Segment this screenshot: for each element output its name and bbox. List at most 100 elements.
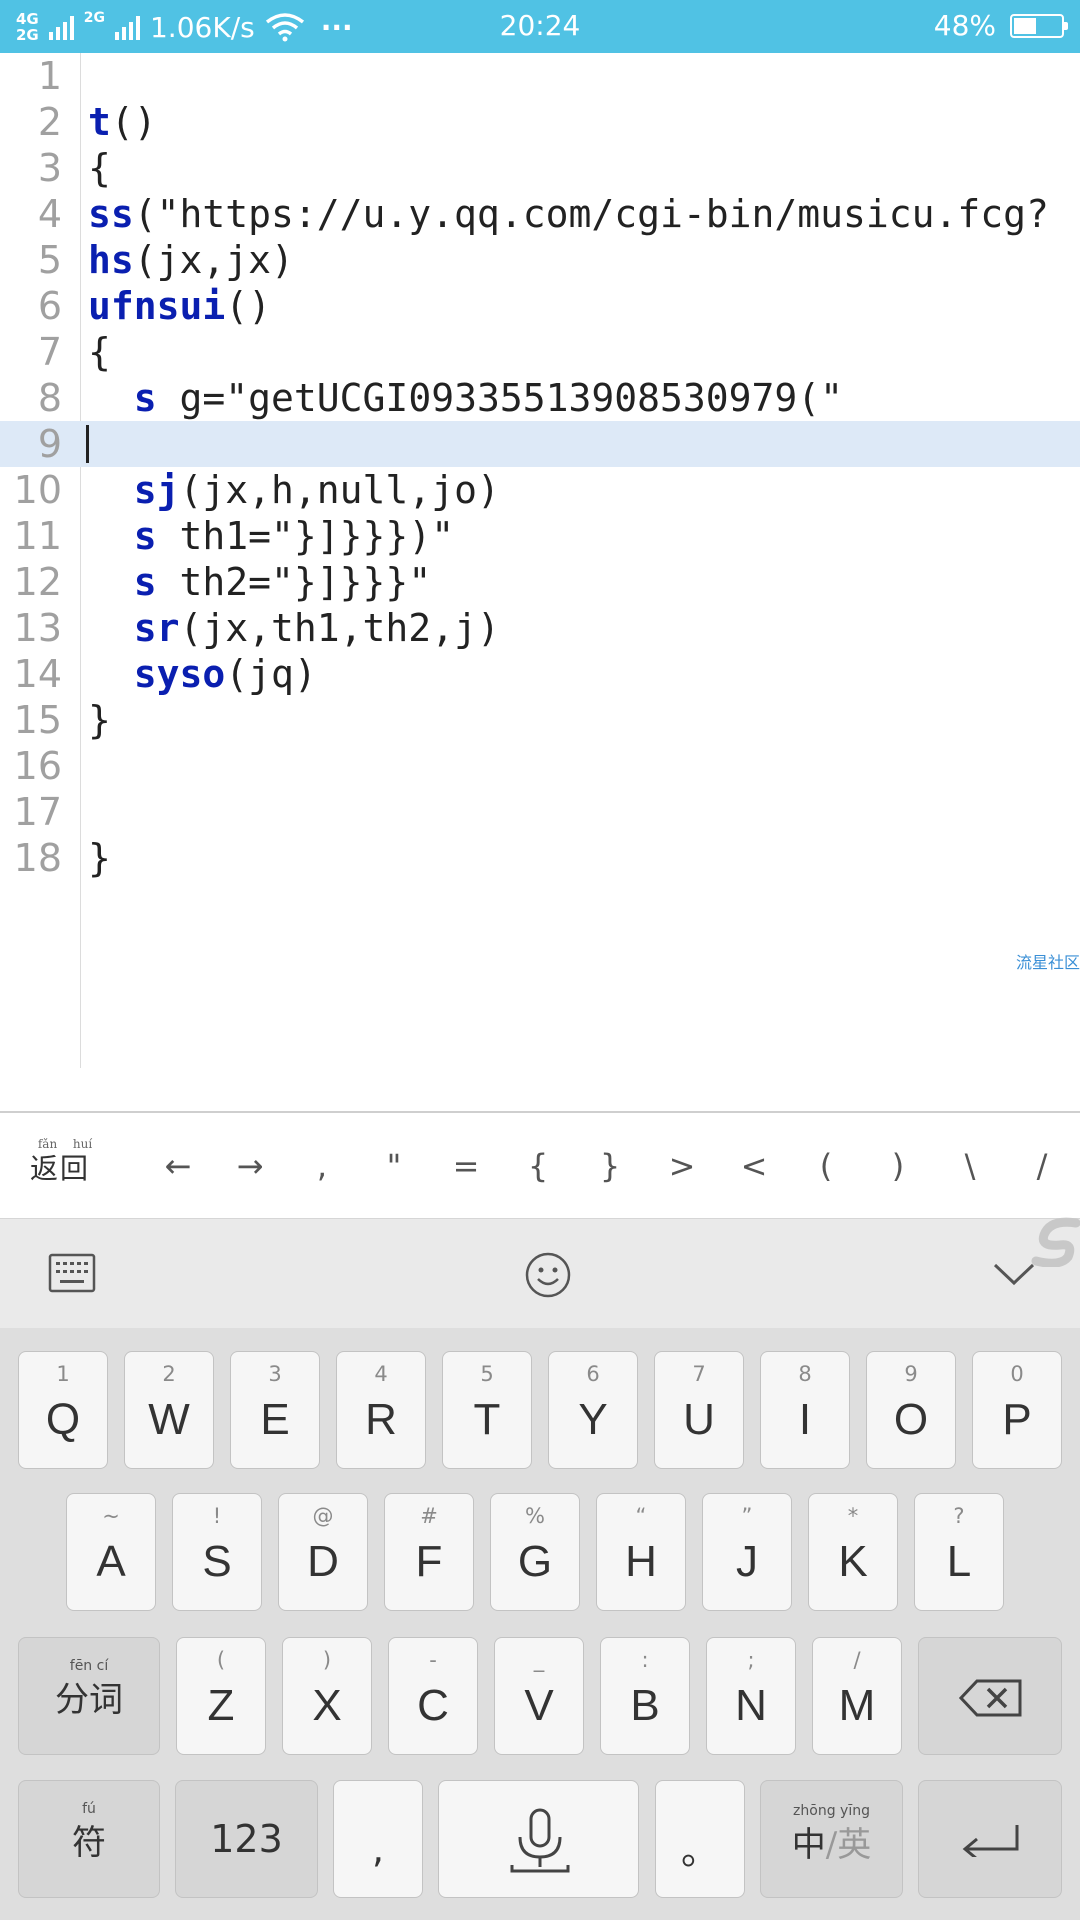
symbol-key[interactable]: } — [580, 1113, 640, 1220]
key-o[interactable]: 9O — [866, 1351, 956, 1469]
code-rest: (jq) — [225, 652, 317, 696]
key-secondary-label: 2 — [162, 1362, 176, 1386]
comma-key-label: , — [371, 1827, 385, 1871]
key-secondary-label: / — [853, 1648, 861, 1672]
code-line[interactable]: 17 — [0, 789, 1080, 835]
code-text[interactable]: { — [88, 145, 111, 191]
key-z[interactable]: (Z — [176, 1637, 266, 1755]
code-lines[interactable]: 1 2 t() 3{4 ss("https://u.y.qq.com/cgi-bin/m… — [0, 53, 1080, 881]
language-switch-key[interactable]: zhōng yīng 中/英 — [760, 1780, 903, 1898]
code-text[interactable]: syso(jq) — [88, 651, 317, 697]
code-line[interactable]: 18} — [0, 835, 1080, 881]
key-n[interactable]: ; N — [706, 1637, 796, 1755]
code-line[interactable]: 4 ss("https://u.y.qq.com/cgi-bin/musicu.f… — [0, 191, 1080, 237]
symbol-key[interactable]: , — [292, 1113, 352, 1220]
key-y[interactable]: 6Y — [548, 1351, 638, 1469]
symbol-key[interactable]: ( — [796, 1113, 856, 1220]
code-line[interactable]: 7{ — [0, 329, 1080, 375]
code-line[interactable]: 12 s th2="}]}}}" — [0, 559, 1080, 605]
code-text[interactable]: } — [88, 697, 111, 743]
number-key[interactable]: 123 — [175, 1780, 318, 1898]
code-rest: th2="}]}}}" — [156, 560, 432, 604]
code-line[interactable]: 14 syso(jq) — [0, 651, 1080, 697]
key-b[interactable]: :B — [600, 1637, 690, 1755]
code-line[interactable]: 5 hs(jx,jx) — [0, 237, 1080, 283]
code-line[interactable]: 10 sj(jx,h,null,jo) — [0, 467, 1080, 513]
code-text[interactable]: s th2="}]}}}" — [88, 559, 431, 605]
code-text[interactable]: t() — [88, 99, 157, 145]
code-line[interactable]: 2 t() — [0, 99, 1080, 145]
code-line[interactable]: 1 — [0, 53, 1080, 99]
code-line[interactable]: 3{ — [0, 145, 1080, 191]
code-line[interactable]: 11 s th1="}]}}})" — [0, 513, 1080, 559]
key-secondary-label: 6 — [586, 1362, 600, 1386]
symbol-key[interactable]: / — [1012, 1113, 1072, 1220]
symbol-key[interactable]: \ — [940, 1113, 1000, 1220]
key-f[interactable]: # F — [384, 1493, 474, 1611]
symbol-key[interactable]: fú 符 — [18, 1780, 160, 1898]
key-k[interactable]: * K — [808, 1493, 898, 1611]
symbol-key[interactable]: = — [436, 1113, 496, 1220]
key-g[interactable]: % G — [490, 1493, 580, 1611]
symbol-key[interactable]: < — [724, 1113, 784, 1220]
period-key[interactable]: 。 — [655, 1780, 745, 1898]
symbol-key[interactable]: ) — [868, 1113, 928, 1220]
code-line[interactable]: 8 s g="getUCGI09335513908530979(" — [0, 375, 1080, 421]
symbol-key[interactable]: ← — [148, 1113, 208, 1220]
symbol-key[interactable]: → — [220, 1113, 280, 1220]
code-text[interactable]: ufnsui() — [88, 283, 271, 329]
line-number: 11 — [13, 514, 62, 558]
key-w[interactable]: 2W — [124, 1351, 214, 1469]
code-editor[interactable]: 1 2 t() 3{4 ss("https://u.y.qq.com/cgi-bin/m… — [0, 53, 1080, 1109]
key-q[interactable]: 1Q — [18, 1351, 108, 1469]
fenci-key[interactable]: fēn cí 分词 — [18, 1637, 160, 1755]
space-voice-key[interactable] — [438, 1780, 639, 1898]
code-line[interactable]: 16 — [0, 743, 1080, 789]
key-s[interactable]: ! S — [172, 1493, 262, 1611]
code-line[interactable]: 15} — [0, 697, 1080, 743]
code-keyword: hs — [88, 238, 134, 282]
code-line[interactable]: 13 sr(jx,th1,th2,j) — [0, 605, 1080, 651]
key-e[interactable]: 3E — [230, 1351, 320, 1469]
code-text[interactable]: sj(jx,h,null,jo) — [88, 467, 500, 513]
symbol-key[interactable]: " — [364, 1113, 424, 1220]
line-number: 6 — [37, 284, 62, 328]
code-line[interactable]: 9 — [0, 421, 1080, 467]
key-r[interactable]: 4R — [336, 1351, 426, 1469]
code-text[interactable]: ss("https://u.y.qq.com/cgi-bin/musicu.fc… — [88, 191, 1049, 237]
key-i[interactable]: 8I — [760, 1351, 850, 1469]
comma-key[interactable]: , — [333, 1780, 423, 1898]
key-j[interactable]: ” J — [702, 1493, 792, 1611]
key-h[interactable]: “H — [596, 1493, 686, 1611]
key-l[interactable]: ? L — [914, 1493, 1004, 1611]
key-u[interactable]: 7U — [654, 1351, 744, 1469]
code-text[interactable]: s th1="}]}}})" — [88, 513, 454, 559]
back-button[interactable]: fǎn huí 返回 — [30, 1137, 100, 1187]
language-pinyin: zhōng yīng — [793, 1803, 870, 1819]
backspace-key[interactable] — [918, 1637, 1062, 1755]
code-text[interactable]: } — [88, 835, 111, 881]
symbol-key[interactable]: > — [652, 1113, 712, 1220]
keyboard-icon[interactable] — [48, 1253, 96, 1293]
code-text[interactable]: hs(jx,jx) — [88, 237, 294, 283]
key-label: M — [838, 1681, 876, 1730]
symbol-key[interactable]: { — [508, 1113, 568, 1220]
key-x[interactable]: ) X — [282, 1637, 372, 1755]
key-label: L — [946, 1537, 972, 1586]
key-p[interactable]: 0P — [972, 1351, 1062, 1469]
code-line[interactable]: 6 ufnsui() — [0, 283, 1080, 329]
key-v[interactable]: _ V — [494, 1637, 584, 1755]
code-text[interactable]: { — [88, 329, 111, 375]
key-label: F — [415, 1537, 443, 1586]
enter-key[interactable] — [918, 1780, 1062, 1898]
key-c[interactable]: -C — [388, 1637, 478, 1755]
emoji-icon[interactable] — [524, 1251, 572, 1299]
key-t[interactable]: 5T — [442, 1351, 532, 1469]
key-a[interactable]: ~ A — [66, 1493, 156, 1611]
code-text[interactable]: sr(jx,th1,th2,j) — [88, 605, 500, 651]
code-text[interactable]: s g="getUCGI09335513908530979(" — [88, 375, 843, 421]
key-m[interactable]: / M — [812, 1637, 902, 1755]
key-d[interactable]: @ D — [278, 1493, 368, 1611]
